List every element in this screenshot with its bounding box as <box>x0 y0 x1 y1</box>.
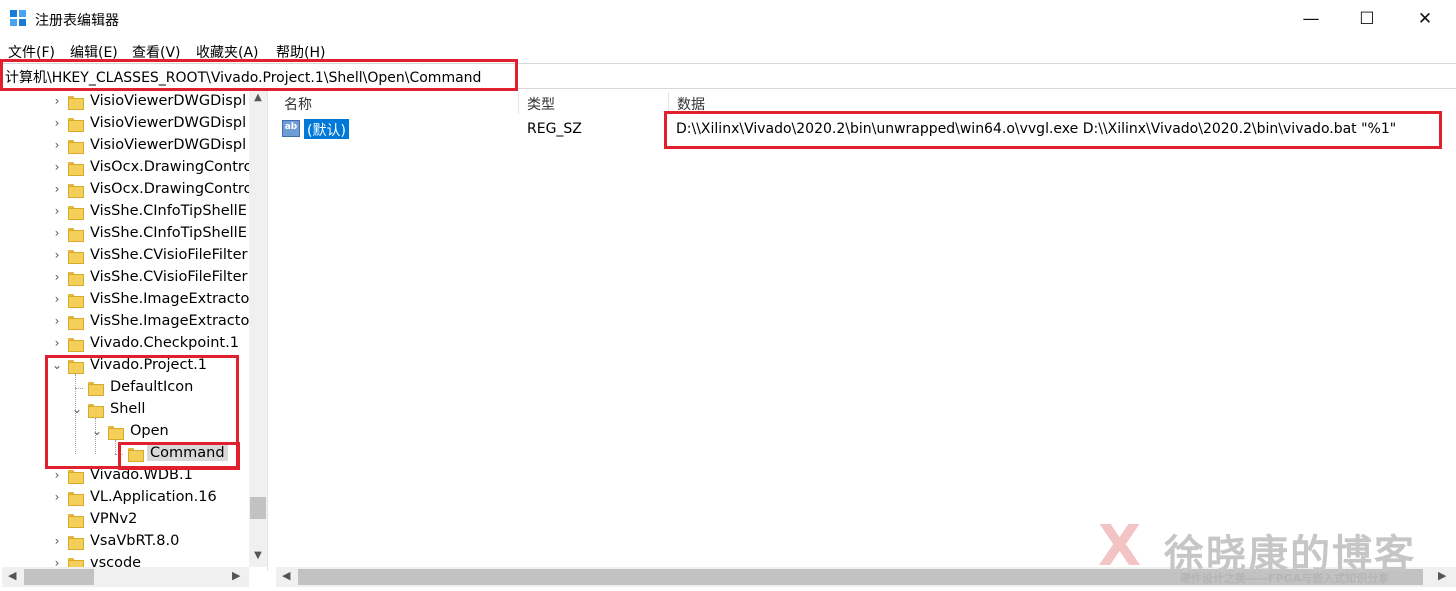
tree-item-label[interactable]: VisShe.ImageExtracto <box>90 313 249 329</box>
chevron-right-icon[interactable]: › <box>50 534 64 548</box>
folder-icon <box>68 338 84 352</box>
folder-icon <box>68 272 84 286</box>
chevron-right-icon[interactable]: › <box>50 490 64 504</box>
value-type: REG_SZ <box>527 121 582 137</box>
tree-vscroll-thumb[interactable] <box>250 497 266 519</box>
blog-watermark: X 徐晓康的博客 硬件设计之美——FPGA与嵌入式知识分享 <box>1098 514 1448 585</box>
tree-item-visshe-imageextracto[interactable]: › VisShe.ImageExtracto <box>2 289 252 311</box>
tree-item-visshe-imageextracto[interactable]: › VisShe.ImageExtracto <box>2 311 252 333</box>
tree-item-label[interactable]: VisioViewerDWGDispl <box>90 115 246 131</box>
folder-icon <box>68 294 84 308</box>
annotation-box-command-key <box>118 442 240 470</box>
chevron-right-icon[interactable]: › <box>50 204 64 218</box>
chevron-right-icon[interactable]: › <box>50 248 64 262</box>
string-value-icon: ab <box>282 120 300 137</box>
tree-item-visocx-drawingcontro[interactable]: › VisOcx.DrawingContro <box>2 157 252 179</box>
tree-horizontal-scrollbar[interactable]: ◀ ▶ <box>2 567 249 587</box>
chevron-right-icon[interactable]: › <box>50 314 64 328</box>
chevron-right-icon[interactable]: › <box>50 138 64 152</box>
chevron-right-icon[interactable]: › <box>50 116 64 130</box>
column-header-type[interactable]: 类型 <box>527 94 555 114</box>
key-tree-pane[interactable]: › VisioViewerDWGDispl › VisioViewerDWGDispl… <box>2 90 268 571</box>
close-button[interactable]: ✕ <box>1396 0 1454 38</box>
annotation-box-data-value <box>664 111 1442 149</box>
tree-item-label[interactable]: VPNv2 <box>90 511 137 527</box>
folder-icon <box>68 162 84 176</box>
folder-icon <box>68 536 84 550</box>
tree-item-visioviewerdwgdispl[interactable]: › VisioViewerDWGDispl <box>2 91 252 113</box>
tree-item-label[interactable]: Vivado.Checkpoint.1 <box>90 335 239 351</box>
tree-item-vl-application-16[interactable]: › VL.Application.16 <box>2 487 252 509</box>
scroll-left-arrow-icon[interactable]: ◀ <box>8 569 16 582</box>
tree-item-vivado-checkpoint-1[interactable]: › Vivado.Checkpoint.1 <box>2 333 252 355</box>
column-divider[interactable] <box>518 92 519 114</box>
tree-item-label[interactable]: VisOcx.DrawingContro <box>90 181 252 197</box>
maximize-button[interactable]: ☐ <box>1338 0 1396 38</box>
folder-icon <box>68 470 84 484</box>
tree-item-label[interactable]: VisShe.CVisioFileFilter <box>90 247 248 263</box>
tree-item-label[interactable]: VsaVbRT.8.0 <box>90 533 179 549</box>
chevron-right-icon[interactable]: › <box>50 468 64 482</box>
folder-icon <box>68 492 84 506</box>
tree-item-vpnv2[interactable]: VPNv2 <box>2 509 252 531</box>
folder-icon <box>68 140 84 154</box>
tree-item-visshe-cvisiofilefilter[interactable]: › VisShe.CVisioFileFilter <box>2 245 252 267</box>
tree-item-visioviewerdwgdispl[interactable]: › VisioViewerDWGDispl <box>2 113 252 135</box>
scroll-right-arrow-icon[interactable]: ▶ <box>232 569 240 582</box>
tree-item-label[interactable]: VisShe.ImageExtracto <box>90 291 249 307</box>
tree-item-visioviewerdwgdispl[interactable]: › VisioViewerDWGDispl <box>2 135 252 157</box>
tree-item-visshe-cvisiofilefilter[interactable]: › VisShe.CVisioFileFilter <box>2 267 252 289</box>
folder-icon <box>68 228 84 242</box>
folder-icon <box>68 96 84 110</box>
value-name[interactable]: (默认) <box>304 119 349 139</box>
watermark-subtitle: 硬件设计之美——FPGA与嵌入式知识分享 <box>1180 572 1390 585</box>
folder-icon <box>68 118 84 132</box>
tree-item-label[interactable]: VisioViewerDWGDispl <box>90 93 246 109</box>
title-bar: 注册表编辑器 — ☐ ✕ <box>0 0 1456 38</box>
folder-icon <box>68 316 84 330</box>
tree-item-label[interactable]: VisShe.CInfoTipShellE <box>90 203 247 219</box>
watermark-logo-x: X <box>1098 514 1142 579</box>
tree-item-label[interactable]: VisOcx.DrawingContro <box>90 159 252 175</box>
column-header-name[interactable]: 名称 <box>284 94 312 114</box>
window-title: 注册表编辑器 <box>35 13 119 29</box>
tree-item-label[interactable]: VisShe.CInfoTipShellE <box>90 225 247 241</box>
tree-item-visshe-cinfotipshelle[interactable]: › VisShe.CInfoTipShellE <box>2 201 252 223</box>
folder-icon <box>68 184 84 198</box>
tree-hscroll-thumb[interactable] <box>24 569 94 585</box>
chevron-right-icon[interactable]: › <box>50 270 64 284</box>
annotation-box-address <box>0 59 518 91</box>
tree-item-label[interactable]: VisShe.CVisioFileFilter <box>90 269 248 285</box>
scroll-left-arrow-icon[interactable]: ◀ <box>282 569 290 582</box>
chevron-right-icon[interactable]: › <box>50 226 64 240</box>
folder-icon <box>68 250 84 264</box>
chevron-right-icon[interactable]: › <box>50 292 64 306</box>
folder-icon <box>68 206 84 220</box>
chevron-right-icon[interactable]: › <box>50 336 64 350</box>
regedit-app-icon <box>10 10 27 27</box>
tree-item-visocx-drawingcontro[interactable]: › VisOcx.DrawingContro <box>2 179 252 201</box>
folder-icon <box>68 514 84 528</box>
scroll-up-arrow-icon[interactable]: ▲ <box>249 92 267 103</box>
chevron-right-icon[interactable]: › <box>50 160 64 174</box>
values-list-pane[interactable]: 名称 类型 数据 ab (默认) REG_SZ D:\\Xilinx\Vivad… <box>272 90 1456 571</box>
tree-item-vsavbrt-8-0[interactable]: › VsaVbRT.8.0 <box>2 531 252 553</box>
tree-item-label[interactable]: VisioViewerDWGDispl <box>90 137 246 153</box>
tree-vertical-scrollbar[interactable]: ▲ ▼ <box>249 90 267 567</box>
scroll-down-arrow-icon[interactable]: ▼ <box>249 550 267 561</box>
chevron-right-icon[interactable]: › <box>50 94 64 108</box>
minimize-button[interactable]: — <box>1282 0 1340 38</box>
tree-item-visshe-cinfotipshelle[interactable]: › VisShe.CInfoTipShellE <box>2 223 252 245</box>
tree-item-label[interactable]: VL.Application.16 <box>90 489 217 505</box>
chevron-right-icon[interactable]: › <box>50 182 64 196</box>
